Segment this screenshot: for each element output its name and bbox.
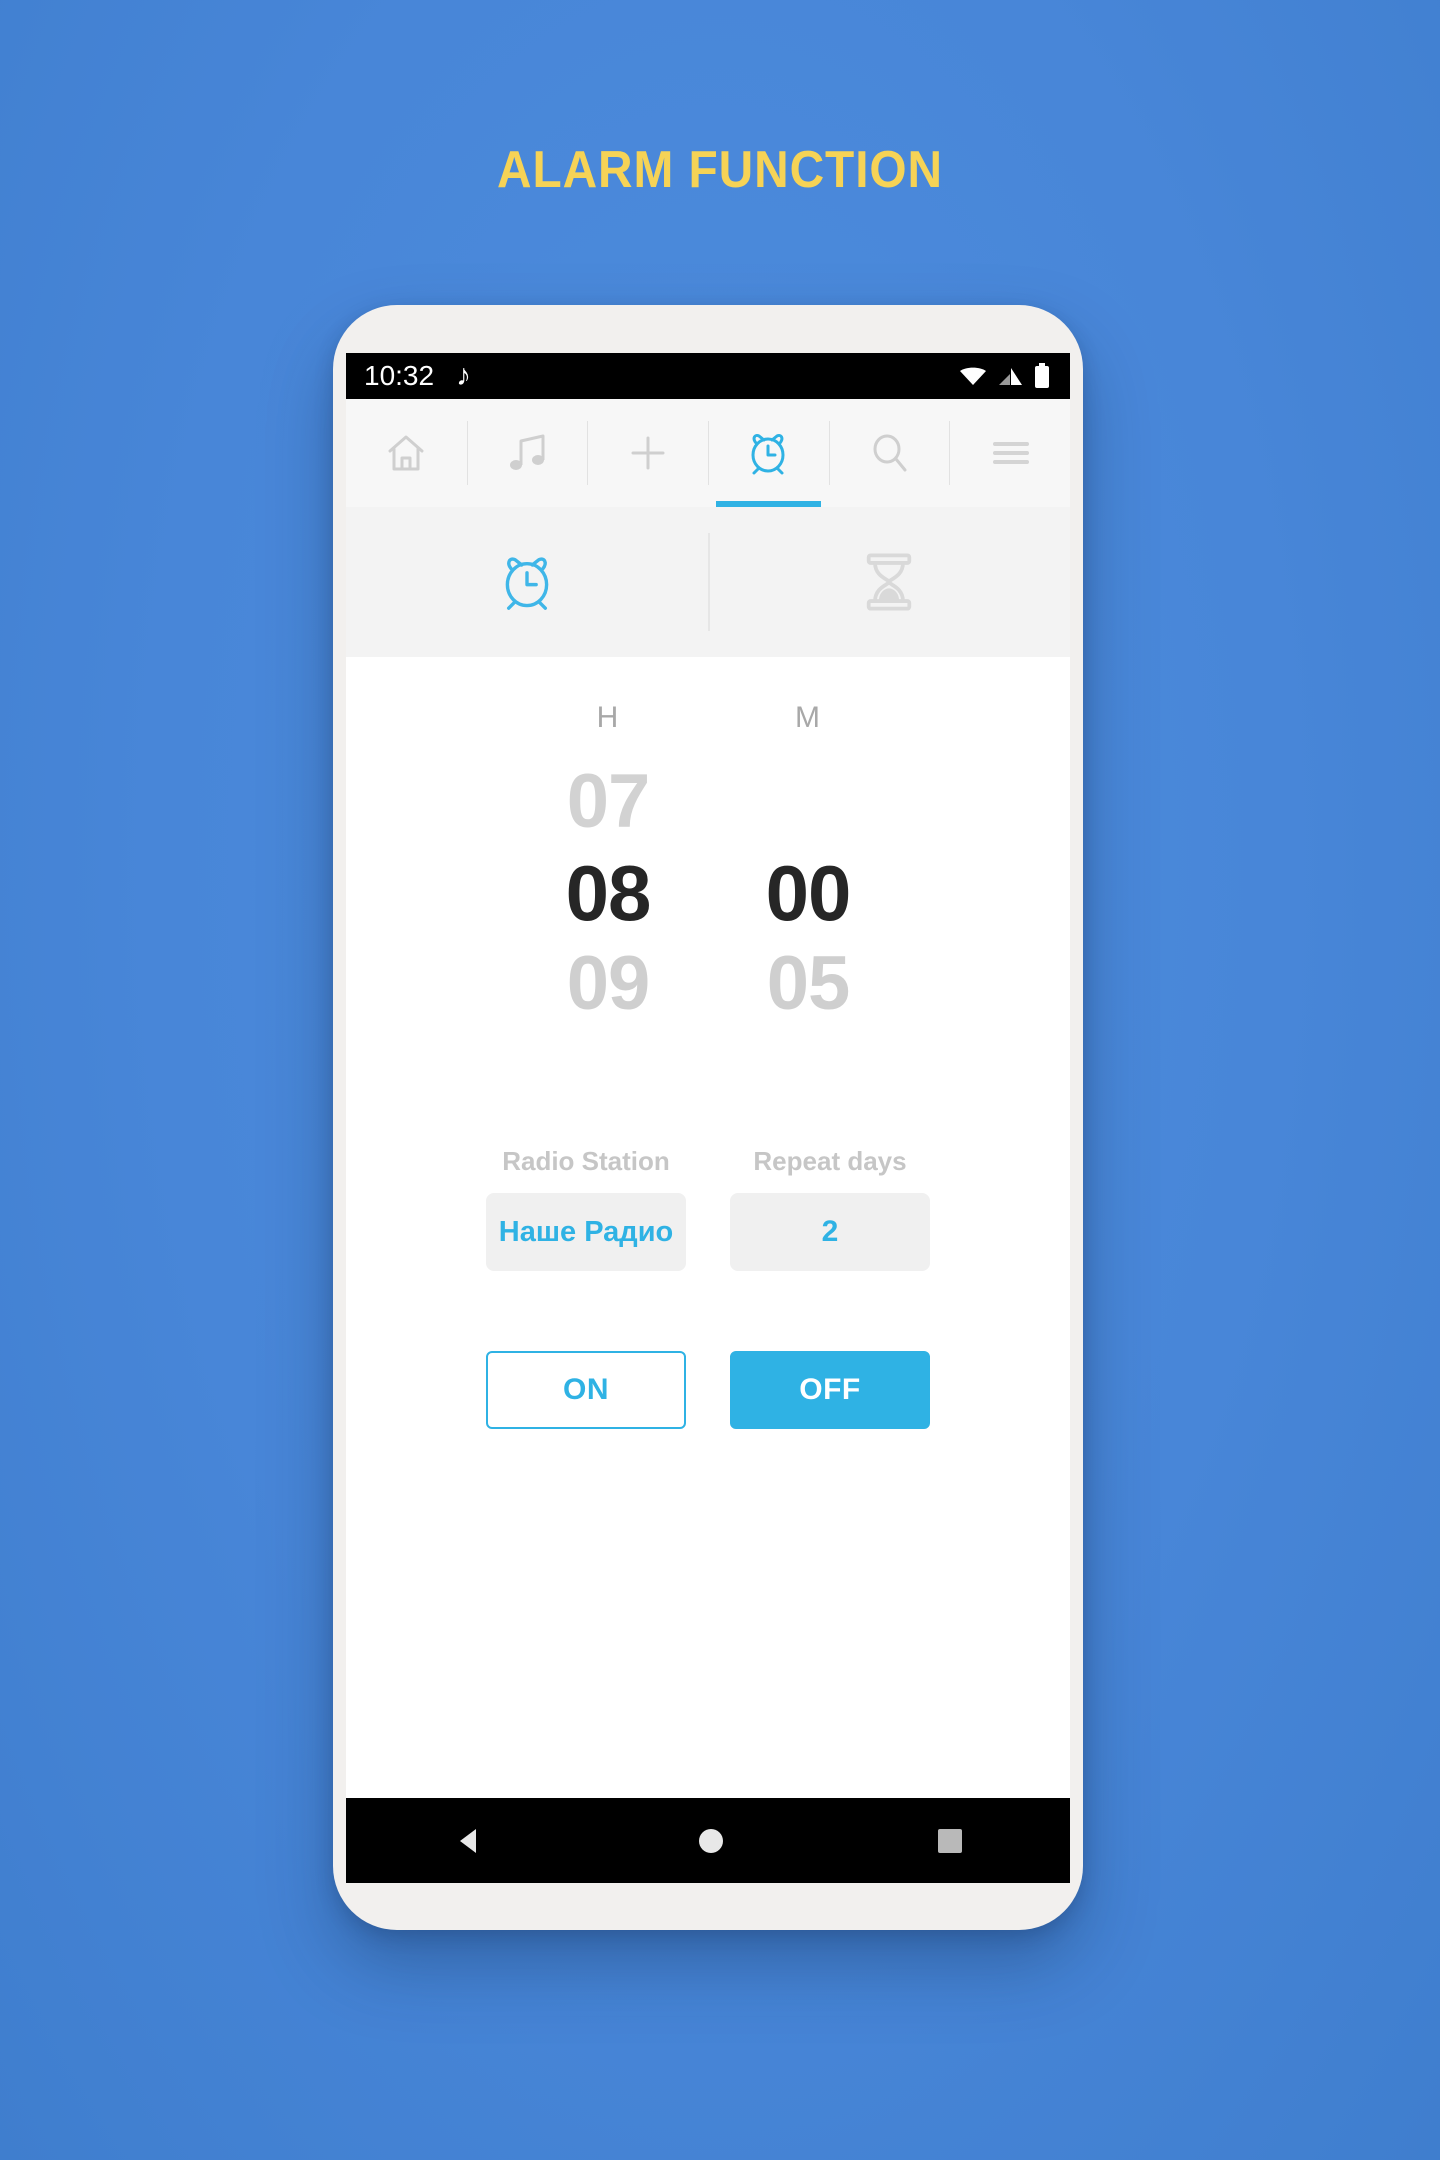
hamburger-menu-icon bbox=[992, 442, 1029, 464]
status-bar-time: 10:32 bbox=[364, 360, 435, 391]
hours-previous-value[interactable]: 07 bbox=[508, 757, 708, 847]
alarm-on-button[interactable]: ON bbox=[486, 1351, 686, 1430]
minutes-column[interactable]: M 00 05 bbox=[708, 701, 908, 1028]
phone-screen: 10:32 ♪ H 07 08 09 M 00 05 Radio Station… bbox=[346, 353, 1070, 1883]
alarm-off-button[interactable]: OFF bbox=[730, 1351, 930, 1430]
repeat-days-value[interactable]: 2 bbox=[730, 1193, 930, 1272]
battery-icon bbox=[1035, 363, 1049, 388]
music-note-icon: ♪ bbox=[456, 359, 472, 392]
alarm-buttons: ON OFF bbox=[346, 1351, 1070, 1430]
search-icon bbox=[873, 434, 907, 472]
status-bar-icons bbox=[958, 363, 1050, 389]
nav-item-home[interactable] bbox=[346, 399, 467, 507]
radio-station-label: Radio Station bbox=[502, 1146, 670, 1177]
recents-square-icon[interactable] bbox=[933, 1824, 967, 1858]
alarm-clock-icon bbox=[751, 434, 785, 475]
nav-item-add[interactable] bbox=[587, 399, 708, 507]
alarm-content: H 07 08 09 M 00 05 Radio Station Наше Ра… bbox=[346, 657, 1070, 1883]
plus-icon bbox=[631, 436, 665, 470]
radio-station-value[interactable]: Наше Радио bbox=[486, 1193, 686, 1272]
nav-item-alarm[interactable] bbox=[708, 399, 829, 507]
status-bar: 10:32 ♪ bbox=[346, 353, 1070, 399]
alarm-clock-icon bbox=[505, 557, 549, 610]
repeat-days-label: Repeat days bbox=[753, 1146, 907, 1177]
time-picker: H 07 08 09 M 00 05 bbox=[346, 657, 1070, 1028]
page-title: ALARM FUNCTION bbox=[496, 141, 944, 199]
minutes-label: M bbox=[795, 701, 821, 734]
hourglass-icon bbox=[866, 553, 912, 611]
wifi-icon bbox=[960, 367, 986, 385]
sub-tabs bbox=[346, 507, 1070, 657]
subtab-timer[interactable] bbox=[708, 507, 1070, 657]
minutes-next-value[interactable]: 05 bbox=[708, 939, 908, 1029]
phone-mockup: 10:32 ♪ H 07 08 09 M 00 05 Radio Station… bbox=[333, 305, 1083, 1930]
hours-label: H bbox=[596, 701, 620, 734]
music-note-icon bbox=[510, 434, 545, 470]
home-circle-icon[interactable] bbox=[694, 1824, 728, 1858]
nav-item-search[interactable] bbox=[828, 399, 950, 507]
alarm-fields: Radio Station Наше Радио Repeat days 2 bbox=[346, 1146, 1070, 1272]
nav-item-menu[interactable] bbox=[949, 399, 1070, 507]
top-navigation bbox=[346, 399, 1070, 507]
hours-selected-value[interactable]: 08 bbox=[508, 847, 708, 939]
home-icon bbox=[388, 435, 424, 471]
subtab-alarm[interactable] bbox=[346, 507, 708, 657]
radio-station-field: Radio Station Наше Радио bbox=[486, 1146, 686, 1272]
back-triangle-icon[interactable] bbox=[449, 1821, 489, 1861]
repeat-days-field: Repeat days 2 bbox=[730, 1146, 930, 1272]
cellular-signal-icon bbox=[999, 368, 1022, 385]
nav-item-music[interactable] bbox=[466, 399, 588, 507]
minutes-selected-value[interactable]: 00 bbox=[708, 847, 908, 939]
android-navigation-bar bbox=[346, 1798, 1070, 1883]
hours-next-value[interactable]: 09 bbox=[508, 939, 708, 1029]
hours-column[interactable]: H 07 08 09 bbox=[508, 701, 708, 1028]
